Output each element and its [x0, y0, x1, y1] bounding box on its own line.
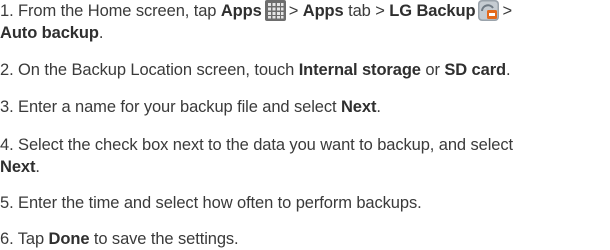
step-text: tab >	[348, 2, 390, 20]
step-bold-text: Auto backup	[0, 24, 99, 42]
step-text: .	[98, 24, 104, 42]
step-bold-text: Apps	[302, 2, 344, 20]
step-number: 3.	[0, 98, 14, 116]
instruction-list: 1. From the Home screen, tap Apps > Apps…	[0, 0, 610, 248]
step-6: 6. Tap Done to save the settings.	[0, 228, 606, 250]
step-text: .	[35, 158, 40, 176]
step-text: >	[288, 2, 303, 20]
step-text: >	[502, 2, 512, 20]
step-number: 2.	[0, 61, 14, 79]
apps-grid-icon	[264, 0, 286, 21]
step-text: Select the check box next to the data yo…	[18, 136, 513, 154]
step-5: 5. Enter the time and select how often t…	[0, 192, 606, 214]
step-4-continued: Next.	[0, 156, 606, 178]
step-text: Enter a name for your backup file and se…	[18, 98, 337, 116]
step-text: to save the settings.	[93, 230, 239, 248]
step-number: 1.	[0, 2, 14, 20]
step-bold-text: SD card	[444, 61, 507, 79]
step-text: From the Home screen, tap	[18, 2, 217, 20]
step-bold-text: LG Backup	[389, 2, 476, 20]
step-text: On the Backup Location screen, touch	[18, 61, 295, 79]
step-text: .	[376, 98, 381, 116]
step-text: Enter the time and select how often to p…	[18, 194, 422, 212]
step-2: 2. On the Backup Location screen, touch …	[0, 59, 606, 81]
step-bold-text: Internal storage	[298, 61, 421, 79]
step-bold-text: Next	[0, 158, 36, 176]
step-4: 4. Select the check box next to the data…	[0, 134, 606, 156]
step-bold-text: Next	[340, 98, 377, 116]
step-3: 3. Enter a name for your backup file and…	[0, 96, 606, 118]
step-number: 6.	[0, 230, 14, 248]
step-text: or	[425, 61, 440, 79]
step-1: 1. From the Home screen, tap Apps > Apps…	[0, 0, 606, 22]
step-text: .	[506, 61, 511, 79]
step-bold-text: Done	[48, 230, 90, 248]
step-number: 5.	[0, 194, 14, 212]
step-text: Tap	[17, 230, 45, 248]
lg-backup-icon	[478, 0, 500, 21]
step-number: 4.	[0, 136, 14, 154]
step-1-continued: Auto backup.	[0, 22, 606, 44]
step-bold-text: Apps	[220, 2, 262, 20]
